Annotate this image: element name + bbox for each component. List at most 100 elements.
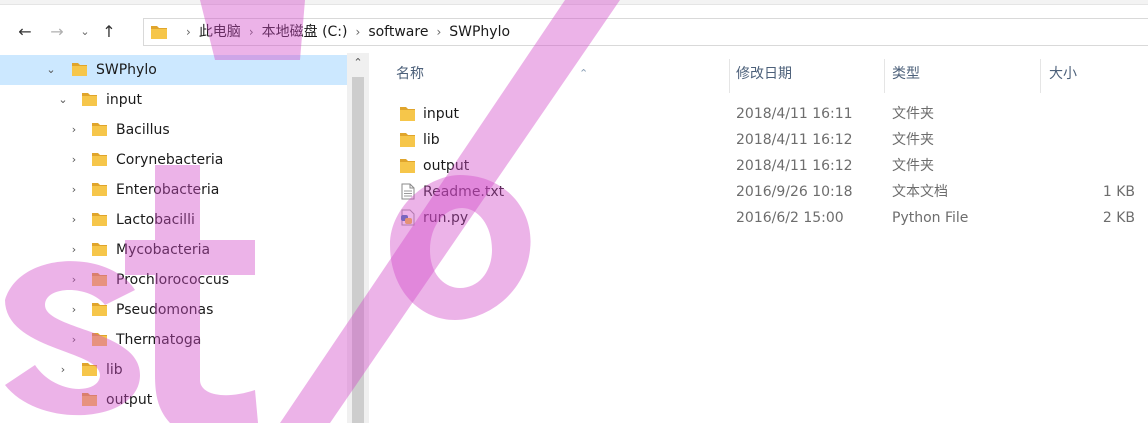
folder-icon — [92, 183, 107, 196]
chevron-right-icon[interactable]: › — [67, 325, 81, 355]
tree-item-label: Corynebacteria — [116, 152, 224, 168]
breadcrumb-separator-icon: › — [248, 25, 254, 39]
scroll-up-icon[interactable]: ⌃ — [347, 56, 369, 69]
file-modified: 2018/4/11 16:12 — [736, 132, 853, 148]
column-header-label: 修改日期 — [736, 66, 792, 82]
file-type: Python File — [892, 210, 969, 226]
navigation-pane-scrollbar[interactable]: ⌃ — [347, 53, 369, 423]
tree-item-label: SWPhylo — [96, 62, 157, 78]
tree-item-swphylo[interactable]: ⌄ SWPhylo — [0, 55, 347, 85]
chevron-down-icon[interactable]: ⌄ — [56, 85, 70, 115]
chevron-right-icon[interactable]: › — [67, 205, 81, 235]
file-modified: 2016/9/26 10:18 — [736, 184, 853, 200]
column-divider[interactable] — [884, 59, 885, 93]
tree-item-prochlorococcus[interactable]: › Prochlorococcus — [0, 265, 347, 295]
tree-item-pseudomonas[interactable]: › Pseudomonas — [0, 295, 347, 325]
tree-item-input[interactable]: ⌄ input — [0, 85, 347, 115]
file-row[interactable]: output 2018/4/11 16:12 文件夹 — [369, 153, 1148, 179]
file-name: run.py — [423, 210, 469, 226]
tree-item-label: Lactobacilli — [116, 212, 195, 228]
folder-icon — [400, 159, 415, 173]
chevron-right-icon[interactable]: › — [67, 235, 81, 265]
file-modified: 2018/4/11 16:11 — [736, 106, 853, 122]
folder-icon — [92, 153, 107, 166]
tree-item-label: Thermatoga — [116, 332, 202, 348]
file-type: 文件夹 — [892, 158, 934, 174]
chevron-right-icon[interactable]: › — [67, 265, 81, 295]
chevron-down-icon[interactable]: ⌄ — [44, 55, 58, 85]
file-name: input — [423, 106, 460, 122]
chevron-right-icon[interactable]: › — [67, 175, 81, 205]
file-row[interactable]: input 2018/4/11 16:11 文件夹 — [369, 101, 1148, 127]
column-header-label: 名称 — [396, 66, 424, 82]
file-modified: 2016/6/2 15:00 — [736, 210, 844, 226]
chevron-right-icon[interactable]: › — [67, 115, 81, 145]
chevron-right-icon[interactable]: › — [67, 145, 81, 175]
column-header-label: 大小 — [1049, 66, 1077, 82]
column-header-type[interactable]: 类型 — [892, 59, 1032, 89]
breadcrumb-separator-icon: › — [436, 25, 442, 39]
file-type: 文件夹 — [892, 132, 934, 148]
file-name: output — [423, 158, 470, 174]
text-file-icon — [401, 183, 415, 200]
tree-item-label: input — [106, 92, 143, 108]
column-divider[interactable] — [729, 59, 730, 93]
tree-item-enterobacteria[interactable]: › Enterobacteria — [0, 175, 347, 205]
file-size — [1049, 153, 1135, 179]
tree-item-corynebacteria[interactable]: › Corynebacteria — [0, 145, 347, 175]
breadcrumb-swphylo[interactable]: SWPhylo — [449, 24, 510, 40]
column-divider[interactable] — [1040, 59, 1041, 93]
column-header-size[interactable]: 大小 — [1049, 59, 1139, 89]
column-header-name[interactable]: 名称 ⌃ — [396, 59, 716, 89]
folder-icon — [92, 243, 107, 256]
back-button[interactable]: ← — [14, 14, 36, 50]
tree-item-label: Enterobacteria — [116, 182, 220, 198]
chevron-right-icon[interactable]: › — [56, 355, 70, 385]
folder-icon — [92, 333, 107, 346]
tree-item-lactobacilli[interactable]: › Lactobacilli — [0, 205, 347, 235]
recent-locations-button[interactable]: ⌄ — [78, 14, 92, 50]
folder-icon — [82, 393, 97, 406]
file-type: 文件夹 — [892, 106, 934, 122]
chevron-down-icon: ⌄ — [80, 25, 90, 38]
file-list: 名称 ⌃ 修改日期 类型 大小 input 2018/4/11 16:11 文件… — [369, 53, 1148, 423]
folder-icon — [82, 93, 97, 106]
scrollbar-thumb[interactable] — [352, 77, 364, 423]
file-row[interactable]: run.py 2016/6/2 15:00 Python File 2 KB — [369, 205, 1148, 231]
folder-icon — [72, 63, 87, 76]
tree-item-output[interactable]: output — [0, 385, 347, 415]
tree-item-label: output — [106, 392, 153, 408]
breadcrumb: › 此电脑 › 本地磁盘 (C:) › software › SWPhylo — [178, 19, 510, 45]
breadcrumb-software[interactable]: software — [368, 24, 428, 40]
file-row[interactable]: Readme.txt 2016/9/26 10:18 文本文档 1 KB — [369, 179, 1148, 205]
breadcrumb-this-pc[interactable]: 此电脑 — [199, 24, 241, 40]
chevron-right-icon[interactable]: › — [67, 295, 81, 325]
sort-ascending-icon: ⌃ — [579, 67, 589, 80]
tree-item-mycobacteria[interactable]: › Mycobacteria — [0, 235, 347, 265]
forward-button[interactable]: → — [46, 14, 68, 50]
tree-item-bacillus[interactable]: › Bacillus — [0, 115, 347, 145]
file-row[interactable]: lib 2018/4/11 16:12 文件夹 — [369, 127, 1148, 153]
file-name: lib — [423, 132, 440, 148]
folder-icon — [400, 107, 415, 121]
file-size — [1049, 101, 1135, 127]
breadcrumb-local-disk[interactable]: 本地磁盘 (C:) — [262, 24, 348, 40]
tree-item-lib[interactable]: › lib — [0, 355, 347, 385]
tree-item-thermatoga[interactable]: › Thermatoga — [0, 325, 347, 355]
file-name: Readme.txt — [423, 184, 505, 200]
file-type: 文本文档 — [892, 184, 948, 200]
tree-item-label: Mycobacteria — [116, 242, 211, 258]
breadcrumb-separator-icon: › — [186, 25, 191, 39]
folder-icon — [82, 363, 97, 376]
folder-icon — [92, 123, 107, 136]
up-button[interactable]: ↑ — [98, 14, 120, 50]
back-arrow-icon: ← — [18, 22, 32, 41]
tree-item-label: lib — [106, 362, 123, 378]
navigation-pane: ⌄ SWPhylo ⌄ input › Bacillus › Corynebac… — [0, 53, 347, 423]
address-box[interactable]: › 此电脑 › 本地磁盘 (C:) › software › SWPhylo — [143, 18, 1148, 46]
address-bar: ← → ⌄ ↑ › 此电脑 › 本地磁盘 (C:) › software › SWPhylo — [0, 14, 1148, 50]
column-header-label: 类型 — [892, 66, 920, 82]
column-header-modified[interactable]: 修改日期 — [736, 59, 876, 89]
file-size: 2 KB — [1102, 210, 1135, 226]
file-size: 1 KB — [1102, 184, 1135, 200]
